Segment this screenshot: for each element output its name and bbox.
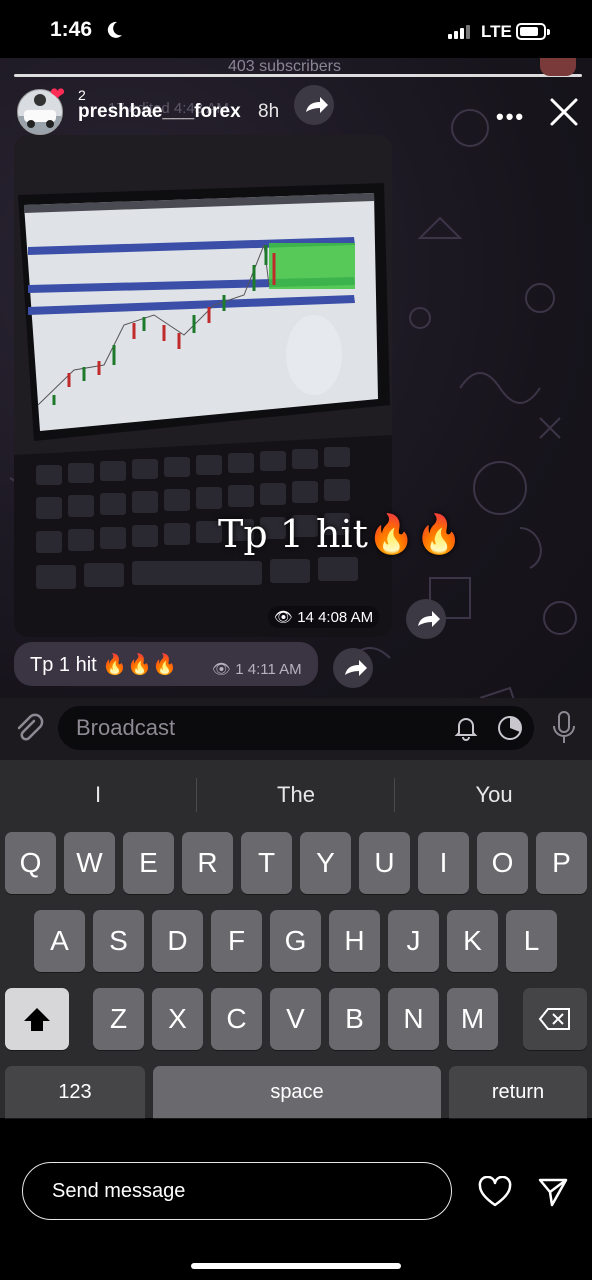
photo-time: 4:08 AM xyxy=(318,609,374,626)
views-eye-icon: 👁 xyxy=(212,661,232,678)
heart-icon[interactable] xyxy=(478,1176,512,1208)
key-c[interactable]: C xyxy=(211,988,262,1050)
numbers-key[interactable]: 123 xyxy=(5,1066,145,1118)
key-s[interactable]: S xyxy=(93,910,144,972)
key-t[interactable]: T xyxy=(241,832,292,894)
signal-icon xyxy=(448,25,474,39)
key-i[interactable]: I xyxy=(418,832,469,894)
laptop-chart-photo xyxy=(14,135,392,637)
key-e[interactable]: E xyxy=(123,832,174,894)
share-photo-button[interactable] xyxy=(406,599,446,639)
moon-icon xyxy=(107,21,122,38)
share-arrow-icon xyxy=(306,97,328,113)
share-button-top[interactable] xyxy=(294,85,334,125)
key-f[interactable]: F xyxy=(211,910,262,972)
subscribers-text: 403 subscribers xyxy=(228,58,341,75)
key-q[interactable]: Q xyxy=(5,832,56,894)
text-time: 4:11 AM xyxy=(247,661,302,678)
key-r[interactable]: R xyxy=(182,832,233,894)
key-h[interactable]: H xyxy=(329,910,380,972)
backspace-icon xyxy=(538,1008,570,1030)
key-z[interactable]: Z xyxy=(93,988,144,1050)
views-eye-icon: 👁 xyxy=(274,609,294,626)
microphone-icon[interactable] xyxy=(550,710,578,746)
delete-key[interactable] xyxy=(523,988,587,1050)
key-a[interactable]: A xyxy=(34,910,85,972)
shift-key[interactable] xyxy=(5,988,69,1050)
share-arrow-icon xyxy=(418,611,440,627)
suggestion-3[interactable]: You xyxy=(396,782,592,808)
photo-timestamp: 👁 14 4:08 AM xyxy=(268,606,380,628)
send-message-placeholder: Send message xyxy=(52,1180,186,1202)
photo-overlay-text: Tp 1 hit🔥🔥 xyxy=(218,512,463,556)
paperclip-icon[interactable] xyxy=(12,712,46,746)
text-views: 1 xyxy=(235,661,244,678)
timer-icon[interactable] xyxy=(496,714,524,742)
bell-icon[interactable] xyxy=(452,714,480,742)
share-text-button[interactable] xyxy=(333,648,373,688)
key-n[interactable]: N xyxy=(388,988,439,1050)
key-m[interactable]: M xyxy=(447,988,498,1050)
key-b[interactable]: B xyxy=(329,988,380,1050)
key-x[interactable]: X xyxy=(152,988,203,1050)
network-label: LTE xyxy=(481,22,512,41)
key-w[interactable]: W xyxy=(64,832,115,894)
photo-message[interactable] xyxy=(14,135,392,637)
photo-views: 14 xyxy=(297,609,314,626)
suggestion-divider xyxy=(394,778,395,812)
status-time: 1:46 xyxy=(50,18,93,41)
key-j[interactable]: J xyxy=(388,910,439,972)
username[interactable]: preshbae___forex xyxy=(78,101,241,123)
home-indicator[interactable] xyxy=(191,1263,401,1269)
key-l[interactable]: L xyxy=(506,910,557,972)
channel-avatar xyxy=(540,58,576,76)
key-u[interactable]: U xyxy=(359,832,410,894)
suggestion-divider xyxy=(196,778,197,812)
key-g[interactable]: G xyxy=(270,910,321,972)
key-d[interactable]: D xyxy=(152,910,203,972)
broadcast-placeholder: Broadcast xyxy=(76,715,176,740)
heart-badge-icon: ❤ xyxy=(50,84,66,104)
key-k[interactable]: K xyxy=(447,910,498,972)
space-key[interactable]: space xyxy=(153,1066,441,1118)
text-timestamp: 👁 1 4:11 AM xyxy=(212,660,302,678)
key-p[interactable]: P xyxy=(536,832,587,894)
return-key[interactable]: return xyxy=(449,1066,587,1118)
share-arrow-icon xyxy=(345,660,367,676)
key-v[interactable]: V xyxy=(270,988,321,1050)
story-time-ago: 8h xyxy=(258,101,280,122)
suggestion-2[interactable]: The xyxy=(198,782,394,808)
close-icon[interactable] xyxy=(548,96,580,128)
more-options-icon[interactable]: ••• xyxy=(496,104,525,130)
key-y[interactable]: Y xyxy=(300,832,351,894)
send-paper-plane-icon[interactable] xyxy=(537,1176,569,1208)
key-o[interactable]: O xyxy=(477,832,528,894)
battery-icon xyxy=(516,23,550,40)
suggestion-1[interactable]: I xyxy=(0,782,196,808)
shift-arrow-icon xyxy=(24,1008,50,1031)
text-message: Tp 1 hit 🔥🔥🔥 xyxy=(30,654,177,676)
